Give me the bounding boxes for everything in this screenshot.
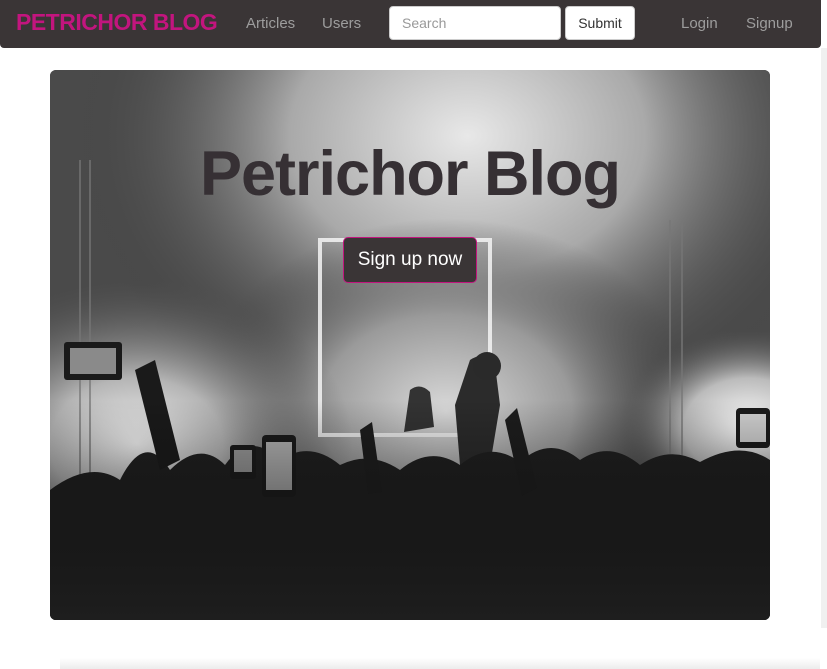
hero-jumbotron: Petrichor Blog Sign up now xyxy=(50,70,770,620)
sign-up-button[interactable]: Sign up now xyxy=(343,237,477,283)
top-navbar: PETRICHOR BLOG Articles Users Submit Log… xyxy=(0,0,821,48)
submit-button[interactable]: Submit xyxy=(565,6,635,40)
search-input[interactable] xyxy=(389,6,561,40)
page-scrollbar[interactable] xyxy=(821,48,827,628)
nav-link-signup[interactable]: Signup xyxy=(746,15,793,32)
brand-logo-link[interactable]: PETRICHOR BLOG xyxy=(16,9,218,36)
nav-link-users[interactable]: Users xyxy=(322,15,361,32)
nav-link-login[interactable]: Login xyxy=(681,15,718,32)
hero-title: Petrichor Blog xyxy=(199,139,621,209)
nav-link-articles[interactable]: Articles xyxy=(246,15,295,32)
page-footer-edge xyxy=(60,658,820,669)
